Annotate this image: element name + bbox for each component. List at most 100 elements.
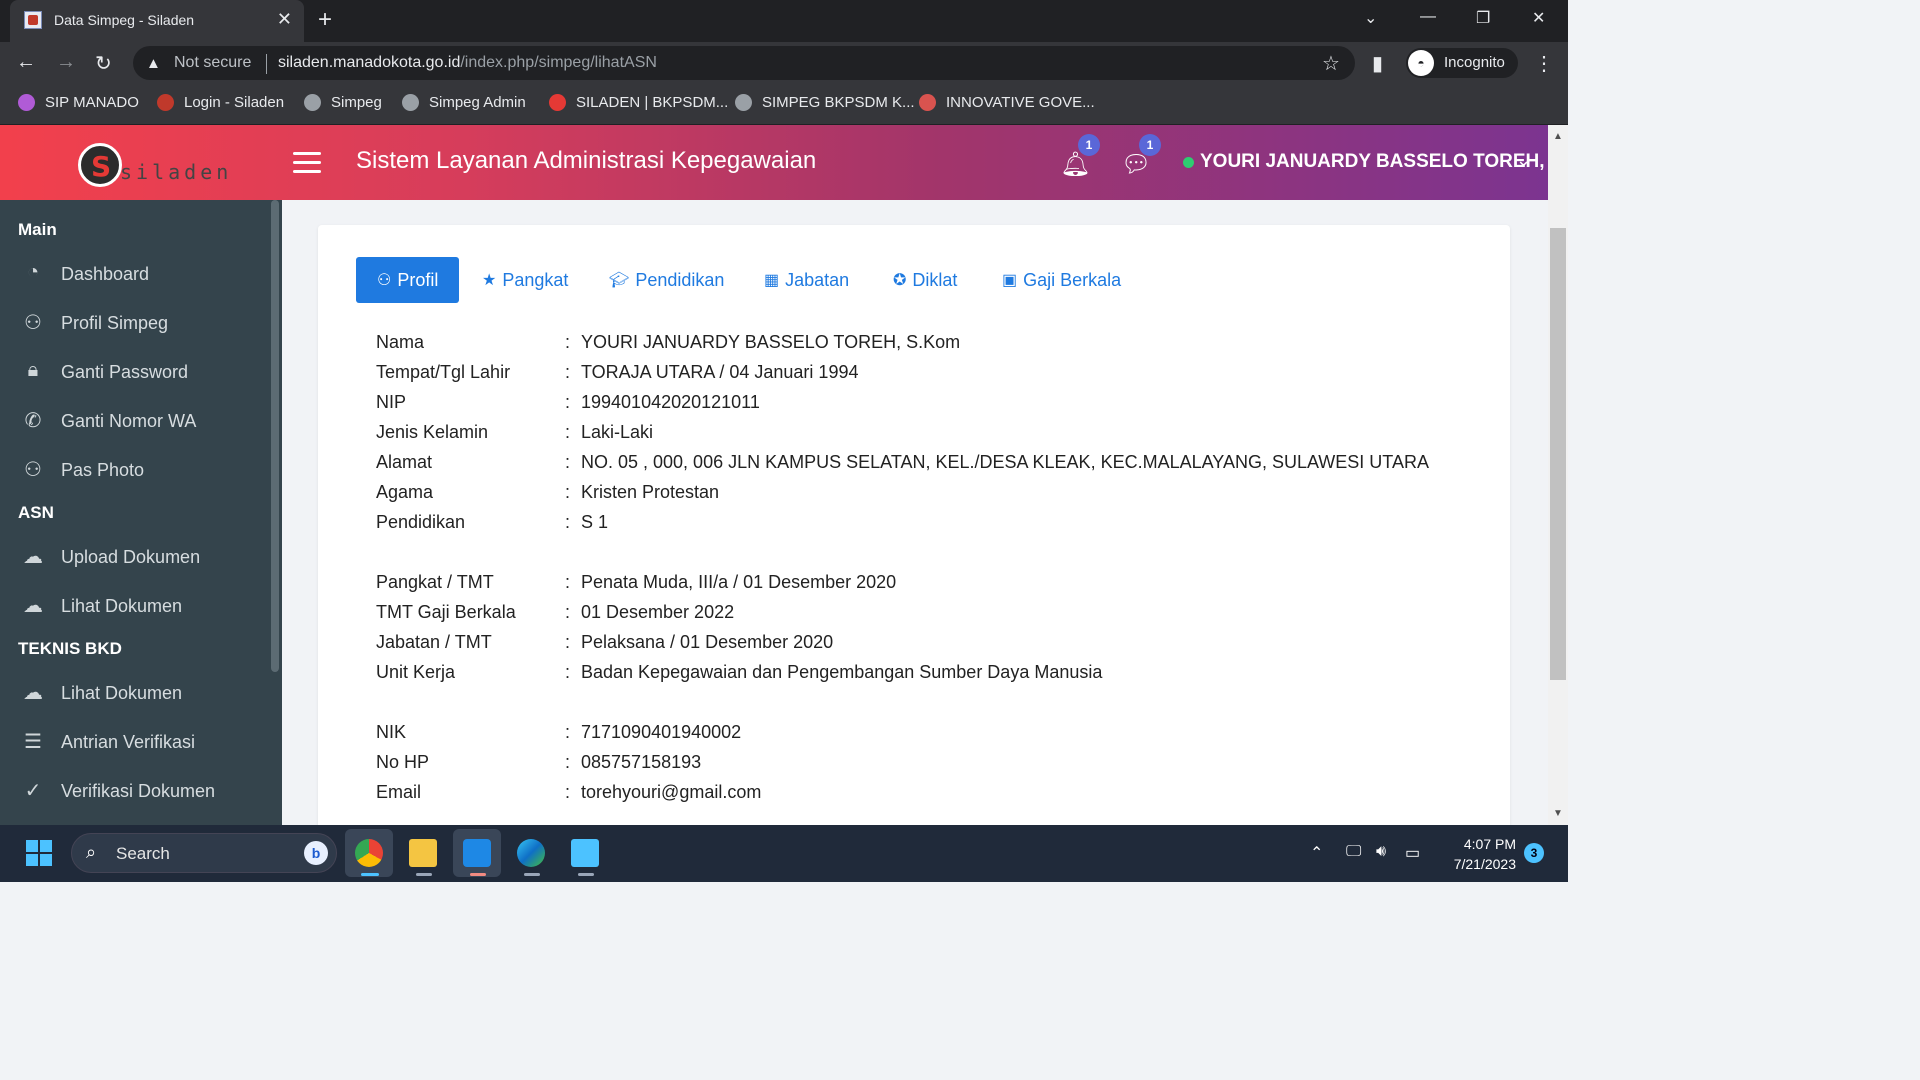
bookmark-item[interactable]: Login - Siladen (157, 94, 284, 111)
vscode-taskbar-icon[interactable] (453, 829, 501, 877)
whatsapp-icon: ✆ (24, 410, 42, 432)
hamburger-menu-icon[interactable] (293, 152, 321, 174)
notification-badge: 1 (1078, 134, 1100, 156)
sidebar-item[interactable]: ✆ Ganti Nomor WA (0, 399, 270, 443)
profile-field-value: Badan Kepegawaian dan Pengembangan Sumbe… (581, 662, 1103, 682)
sidebar-item[interactable]: 🔒︎ Ganti Password (0, 350, 270, 394)
network-icon[interactable]: 🖵︎ (1346, 843, 1361, 861)
sidebar-section-title: ASN (18, 503, 54, 522)
profile-field-label: No HP (376, 752, 430, 772)
lock-icon: 🔒︎ (27, 359, 39, 381)
file-explorer-taskbar-icon[interactable] (399, 829, 447, 877)
profile-field-label: TMT Gaji Berkala (376, 602, 516, 622)
scroll-down-icon[interactable]: ▼ (1553, 808, 1563, 819)
sidebar-item[interactable]: ☁ Upload Dokumen (0, 535, 270, 579)
windows-start-icon[interactable] (26, 840, 52, 866)
menu-dots-icon[interactable]: ⋮ (1534, 51, 1554, 76)
profile-card (318, 225, 1510, 845)
tab-gaji-berkala[interactable]: ▣ Gaji Berkala (1002, 257, 1121, 303)
bing-icon[interactable]: b (304, 841, 328, 865)
online-status-dot (1183, 157, 1194, 168)
bookmark-favicon-icon (549, 94, 566, 111)
tab-search-chevron-icon[interactable]: ⌄ (1364, 8, 1377, 28)
browser-tab[interactable]: Data Simpeg - Siladen ✕ (10, 0, 304, 42)
sidebar-item[interactable]: ✓ Verifikasi Dokumen (0, 769, 270, 813)
bookmark-star-icon[interactable]: ☆ (1322, 51, 1340, 76)
bookmark-item[interactable]: SILADEN | BKPSDM... (549, 94, 728, 111)
sidebar-item[interactable]: ☁ Lihat Dokumen (0, 584, 270, 628)
incognito-icon: ◓ (1408, 50, 1434, 76)
warning-icon[interactable]: ▲ (146, 55, 161, 72)
clock-date: 7/21/2023 (1453, 856, 1516, 872)
sidebar-scrollbar[interactable] (271, 200, 279, 672)
user-menu-name[interactable]: YOURI JANUARDY BASSELO TOREH, (1200, 151, 1545, 173)
tab-diklat[interactable]: ✪ Diklat (893, 257, 957, 303)
profile-field-label: NIK (376, 722, 407, 742)
bookmark-label: SILADEN | BKPSDM... (576, 94, 729, 111)
logo-text[interactable]: siladen (120, 160, 232, 184)
bookmark-item[interactable]: SIP MANADO (18, 94, 139, 111)
cloud-upload-icon: ☁ (23, 546, 43, 568)
chrome-active-indicator (361, 873, 379, 876)
bookmark-item[interactable]: Simpeg (304, 94, 382, 111)
page-scrollbar-thumb[interactable] (1550, 228, 1566, 680)
reload-icon[interactable]: ↻ (95, 51, 112, 76)
profile-field-label: Nama (376, 332, 425, 352)
siladen-logo-icon[interactable] (78, 143, 122, 187)
scroll-up-icon[interactable]: ▲ (1553, 131, 1563, 142)
address-divider (266, 54, 267, 74)
sidebar-item[interactable]: ◔ Dashboard (0, 252, 270, 296)
taskbar-search[interactable]: ⌕ Search b (71, 833, 337, 873)
url-host: siladen.manadokota.go.id (278, 54, 461, 71)
battery-icon[interactable]: ▭ (1405, 843, 1420, 863)
tab-pangkat[interactable]: ★ Pangkat (482, 257, 568, 303)
bookmark-favicon-icon (735, 94, 752, 111)
not-secure-label[interactable]: Not secure (174, 54, 251, 72)
profile-field-value: Laki-Laki (581, 422, 654, 442)
sidebar-item-label: Pas Photo (61, 459, 145, 480)
url-text[interactable]: siladen.manadokota.go.id/index.php/simpe… (278, 54, 657, 72)
minimize-icon[interactable]: — (1420, 8, 1436, 26)
profile-field-label: Agama (376, 482, 434, 502)
bookmark-label: SIMPEG BKPSDM K... (762, 94, 915, 111)
chrome-taskbar-icon[interactable] (345, 829, 393, 877)
close-tab-icon[interactable]: ✕ (277, 9, 292, 30)
notepad-taskbar-icon[interactable] (561, 829, 609, 877)
sidebar-item[interactable]: ☰ Antrian Verifikasi (0, 720, 270, 764)
tab-jabatan[interactable]: ▦ Jabatan (764, 257, 849, 303)
tray-chevron-up-icon[interactable]: ⌃ (1310, 843, 1323, 863)
cloud-download-icon: ☁ (23, 682, 43, 704)
sidebar-item-label: Profil Simpeg (61, 312, 169, 333)
profile-field-label: Jenis Kelamin (376, 422, 489, 442)
profile-field-label: Pangkat / TMT (376, 572, 494, 592)
bookmark-item[interactable]: INNOVATIVE GOVE... (919, 94, 1095, 111)
restore-icon[interactable]: ❐ (1476, 8, 1490, 28)
field-separator: : (565, 752, 571, 772)
tab-pendidikan[interactable]: 🎓︎ Pendidikan (609, 257, 724, 303)
tab-title: Data Simpeg - Siladen (54, 12, 195, 28)
incognito-profile-button[interactable]: ◓ Incognito (1406, 48, 1518, 78)
notification-count-badge[interactable]: 3 (1524, 843, 1544, 863)
edge-taskbar-icon[interactable] (507, 829, 555, 877)
bookmark-label: Login - Siladen (184, 94, 285, 111)
bookmark-item[interactable]: SIMPEG BKPSDM K... (735, 94, 915, 111)
back-icon[interactable]: ← (16, 51, 36, 74)
forward-icon[interactable]: → (56, 51, 76, 74)
close-window-icon[interactable]: ✕ (1532, 8, 1545, 28)
profile-field-value: 085757158193 (581, 752, 702, 772)
sidebar-item[interactable]: ☁ Lihat Dokumen (0, 671, 270, 715)
sidebar-item[interactable]: ⚇ Pas Photo (0, 448, 270, 492)
chevron-down-icon[interactable]: ⌄ (1516, 150, 1531, 171)
side-panel-icon[interactable]: ▮ (1372, 51, 1383, 76)
field-separator: : (565, 392, 571, 412)
bookmark-item[interactable]: Simpeg Admin (402, 94, 526, 111)
message-badge: 1 (1139, 134, 1161, 156)
new-tab-button[interactable]: + (318, 6, 332, 34)
field-separator: : (565, 602, 571, 622)
taskbar-clock[interactable]: 4:07 PM 7/21/2023 (1442, 834, 1516, 874)
sidebar-item-label: Lihat Dokumen (61, 682, 183, 703)
sidebar-item[interactable]: ⚇ Profil Simpeg (0, 301, 270, 345)
volume-icon[interactable]: 🔊︎ (1376, 843, 1386, 861)
tab-profil[interactable]: ⚇ Profil (356, 257, 460, 303)
profile-field-value: torehyouri@gmail.com (581, 782, 762, 802)
